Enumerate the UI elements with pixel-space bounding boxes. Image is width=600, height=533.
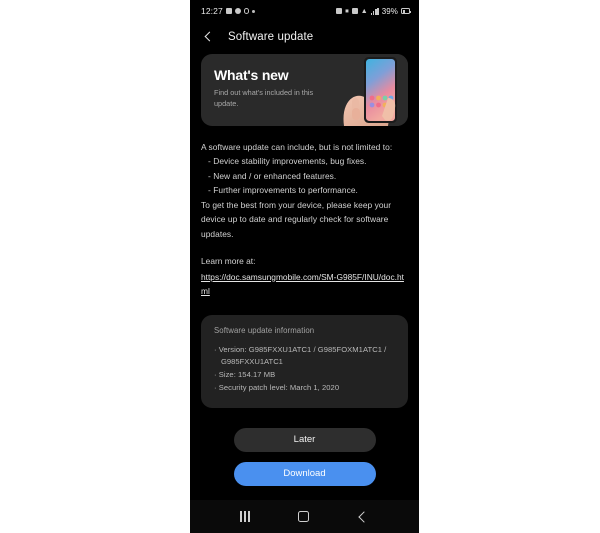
status-bar-left: 12:27 [201, 6, 256, 16]
whats-new-text: What's new Find out what's included in t… [214, 67, 339, 110]
navigation-bar [190, 500, 419, 533]
learn-more-link[interactable]: https://doc.samsungmobile.com/SM-G985F/I… [201, 270, 408, 299]
clock-icon [243, 8, 250, 14]
mute-icon: ⏹ [345, 7, 349, 15]
later-button[interactable]: Later [233, 427, 376, 452]
home-icon[interactable] [297, 511, 309, 522]
download-button[interactable]: Download [233, 461, 376, 486]
nfc-icon [336, 8, 343, 14]
signal-icon: ▲ [360, 7, 368, 15]
description-outro: To get the best from your device, please… [201, 199, 392, 239]
gear-icon [234, 8, 241, 14]
phone-screenshot: 12:27 ⏹ ▲ 39% Software update What's new… [190, 0, 419, 533]
whats-new-title: What's new [214, 67, 289, 83]
scroll-content: What's new Find out what's included in t… [190, 54, 419, 486]
learn-more-label: Learn more at: [201, 256, 256, 267]
status-bar: 12:27 ⏹ ▲ 39% [190, 0, 419, 22]
description-intro: A software update can include, but is no… [201, 142, 393, 152]
page-root: 12:27 ⏹ ▲ 39% Software update What's new… [0, 0, 600, 533]
battery-percent-label: 39% [381, 6, 398, 16]
whats-new-card[interactable]: What's new Find out what's included in t… [201, 54, 408, 126]
info-version-continued: G985FXXU1ATC1 [221, 357, 283, 367]
info-size: · Size: 154.17 MB [214, 370, 276, 380]
status-clock: 12:27 [201, 6, 223, 16]
wifi-icon [351, 8, 358, 14]
status-bar-right: ⏹ ▲ 39% [336, 6, 411, 16]
learn-more-section: Learn more at: https://doc.samsungmobile… [201, 254, 408, 298]
info-panel-heading: Software update information [214, 325, 315, 335]
app-bar: Software update [190, 22, 419, 52]
back-icon[interactable] [357, 511, 369, 523]
description-bullet: - New and / or enhanced features. [208, 170, 337, 181]
info-security-patch: · Security patch level: March 1, 2020 [214, 382, 340, 392]
battery-icon [401, 8, 411, 14]
recents-icon[interactable] [240, 511, 250, 522]
back-arrow-icon[interactable] [202, 30, 216, 44]
info-panel-list: · Version: G985FXXU1ATC1 / G985FOXM1ATC1… [214, 344, 395, 395]
software-update-information-panel: Software update information · Version: G… [201, 314, 408, 408]
update-description: A software update can include, but is no… [201, 140, 408, 241]
signal-bars-icon [370, 7, 379, 15]
phone-in-hand-illustration [330, 54, 408, 126]
screenshot-icon [225, 8, 232, 14]
page-title: Software update [228, 31, 314, 43]
description-bullet: - Further improvements to performance. [208, 185, 358, 196]
action-buttons: Later Download [201, 427, 408, 486]
dot-icon [252, 9, 256, 13]
whats-new-subtitle: Find out what's included in this update. [214, 88, 314, 109]
info-version: · Version: G985FXXU1ATC1 / G985FOXM1ATC1… [214, 344, 387, 354]
description-bullet: - Device stability improvements, bug fix… [208, 156, 367, 167]
